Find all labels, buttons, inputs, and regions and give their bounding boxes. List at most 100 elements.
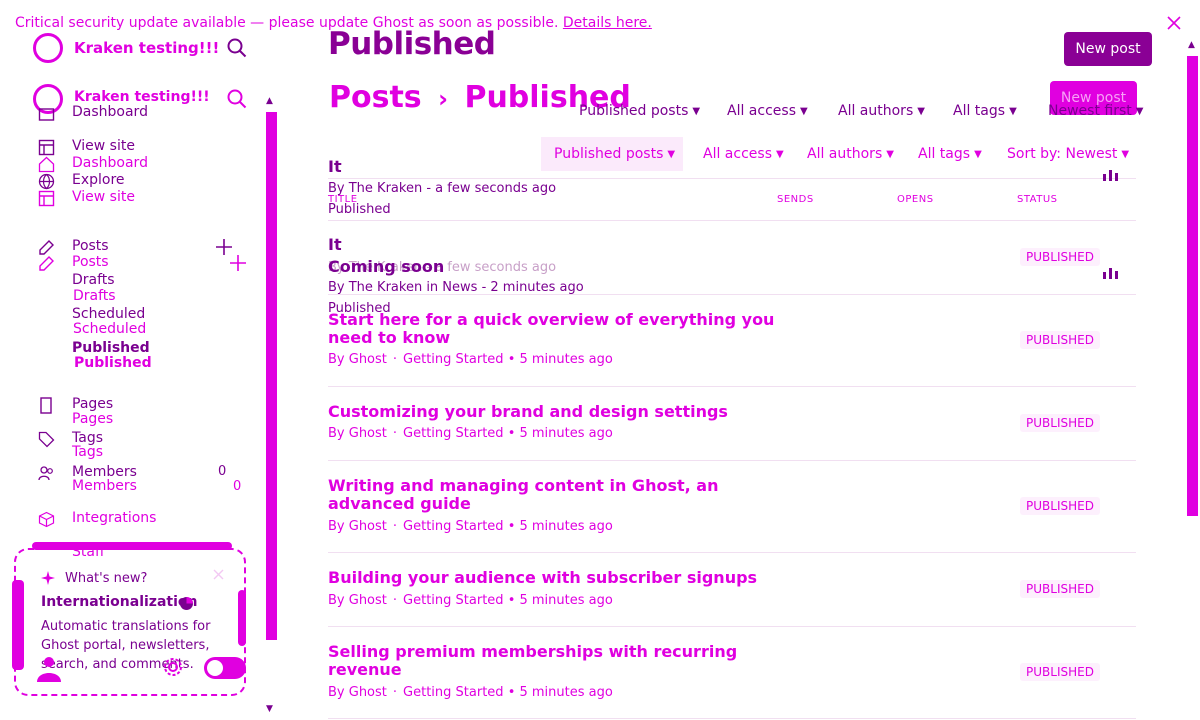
filter-type-ghost[interactable]: Published posts ▼ — [554, 146, 675, 162]
post-meta: By Ghost · Getting Started • 5 minutes ago — [328, 685, 613, 700]
main-scroll-up-icon[interactable]: ▲ — [1188, 40, 1195, 50]
filter-tags-ghost[interactable]: All tags ▼ — [918, 146, 982, 162]
members-count-ghost: 0 — [233, 479, 242, 494]
whats-new-frame-left — [12, 580, 24, 670]
divider — [328, 386, 1136, 387]
post-time: • 5 minutes ago — [507, 519, 613, 534]
nav-posts[interactable]: Posts — [72, 238, 109, 254]
nav-dashboard-ghost[interactable]: Dashboard — [72, 155, 148, 171]
whats-new-frame — [32, 542, 232, 550]
new-post-button[interactable]: New post — [1064, 32, 1152, 66]
status-badge: PUBLISHED — [1020, 580, 1100, 598]
page-title: Published — [328, 26, 496, 62]
plus-icon-ghost[interactable] — [229, 254, 247, 272]
post-meta: By Ghost · Getting Started • 5 minutes ago — [328, 519, 613, 534]
ghost-row-title[interactable]: It — [328, 236, 342, 254]
nav-drafts[interactable]: Drafts — [72, 272, 115, 288]
status-badge: PUBLISHED — [1020, 497, 1100, 515]
tag-icon — [38, 431, 55, 448]
post-tag: Getting Started — [403, 426, 504, 441]
nav-explore[interactable]: Explore — [72, 172, 125, 188]
filter-authors[interactable]: All authors ▼ — [838, 103, 925, 119]
sidebar-scrollbar[interactable] — [266, 112, 277, 640]
nav-staff[interactable]: Staff — [72, 544, 105, 560]
nav-pages[interactable]: Pages — [72, 396, 113, 412]
members-icon — [38, 465, 55, 482]
home-icon — [38, 105, 55, 122]
stats-icon[interactable] — [1103, 266, 1118, 279]
breadcrumb-root[interactable]: Posts — [329, 80, 422, 115]
nav-pages-ghost[interactable]: Pages — [72, 411, 113, 427]
col-status: STATUS — [1017, 194, 1058, 205]
nav-published[interactable]: Published — [72, 340, 150, 356]
filter-sort-ghost[interactable]: Sort by: Newest ▼ — [1007, 146, 1129, 162]
post-author: By Ghost — [328, 352, 387, 367]
nav-dashboard[interactable]: Dashboard — [72, 104, 148, 120]
site-icon[interactable] — [33, 33, 63, 63]
main-scrollbar[interactable] — [1187, 56, 1198, 516]
dark-mode-toggle[interactable] — [204, 657, 246, 679]
filter-access[interactable]: All access ▼ — [727, 103, 808, 119]
col-sends: SENDS — [777, 194, 814, 205]
sidebar-scroll-up-icon[interactable]: ▲ — [266, 96, 273, 106]
nav-scheduled[interactable]: Scheduled — [72, 306, 145, 322]
nav-drafts-ghost[interactable]: Drafts — [73, 288, 116, 304]
post-time: • 5 minutes ago — [507, 593, 613, 608]
nav-members-ghost[interactable]: Members — [72, 478, 137, 494]
pencil-icon-ghost — [38, 255, 55, 272]
gear-icon[interactable] — [163, 657, 183, 677]
post-tag: Getting Started — [403, 352, 504, 367]
stats-icon[interactable] — [1103, 168, 1118, 181]
nav-posts-ghost[interactable]: Posts — [72, 254, 109, 270]
post-title[interactable]: Start here for a quick overview of every… — [328, 311, 774, 329]
filter-authors-ghost[interactable]: All authors ▼ — [807, 146, 894, 162]
post-author: By Ghost — [328, 519, 387, 534]
post-title[interactable]: Selling premium memberships with recurri… — [328, 643, 737, 661]
divider — [328, 626, 1136, 627]
post-meta: By Ghost · Getting Started • 5 minutes ago — [328, 426, 613, 441]
pencil-icon — [38, 239, 55, 256]
post-tag: Getting Started — [403, 519, 504, 534]
post-author: By Ghost — [328, 685, 387, 700]
post-time: • 5 minutes ago — [507, 426, 613, 441]
site-name[interactable]: Kraken testing!!! — [74, 39, 219, 57]
post-author: By Ghost — [328, 593, 387, 608]
post-title-line2[interactable]: advanced guide — [328, 495, 471, 513]
close-icon[interactable] — [1166, 15, 1182, 31]
post-title[interactable]: Customizing your brand and design settin… — [328, 403, 728, 421]
post-tag: Getting Started — [403, 685, 504, 700]
pages-icon — [38, 397, 55, 414]
filter-access-ghost[interactable]: All access ▼ — [703, 146, 784, 162]
nav-integrations[interactable]: Integrations — [72, 510, 156, 526]
post-title[interactable]: Building your audience with subscriber s… — [328, 569, 757, 587]
ghost-row-title[interactable]: It — [328, 158, 342, 176]
nav-published-ghost[interactable]: Published — [74, 355, 152, 371]
post-time: • 5 minutes ago — [507, 685, 613, 700]
filter-type[interactable]: Published posts ▼ — [579, 103, 700, 119]
close-icon[interactable] — [213, 569, 224, 580]
globe-icon — [179, 596, 194, 611]
post-title-line2[interactable]: revenue — [328, 661, 402, 679]
filter-tags[interactable]: All tags ▼ — [953, 103, 1017, 119]
filter-sort[interactable]: Newest first ▼ — [1048, 103, 1143, 119]
post-author: By Ghost — [328, 426, 387, 441]
divider — [328, 718, 1136, 719]
post-title[interactable]: Writing and managing content in Ghost, a… — [328, 477, 718, 495]
divider — [328, 294, 1136, 295]
avatar[interactable] — [36, 654, 62, 684]
col-opens: OPENS — [897, 194, 934, 205]
banner-details-link[interactable]: Details here. — [563, 15, 652, 31]
post-meta: By Ghost · Getting Started • 5 minutes ago — [328, 352, 613, 367]
nav-scheduled-ghost[interactable]: Scheduled — [73, 321, 146, 337]
members-count: 0 — [218, 464, 227, 479]
status-badge: PUBLISHED — [1020, 663, 1100, 681]
post-title-line2[interactable]: need to know — [328, 329, 450, 347]
sidebar-scroll-down-icon[interactable]: ▼ — [266, 704, 273, 714]
whats-new-title[interactable]: Internationalization — [41, 594, 197, 610]
search-icon[interactable] — [227, 38, 247, 58]
ghost-row-title[interactable]: Coming soon — [328, 258, 444, 276]
nav-tags-ghost[interactable]: Tags — [72, 444, 103, 460]
browser-icon-ghost — [38, 190, 55, 207]
nav-view-site[interactable]: View site — [72, 138, 135, 154]
nav-view-site-ghost[interactable]: View site — [72, 189, 135, 205]
